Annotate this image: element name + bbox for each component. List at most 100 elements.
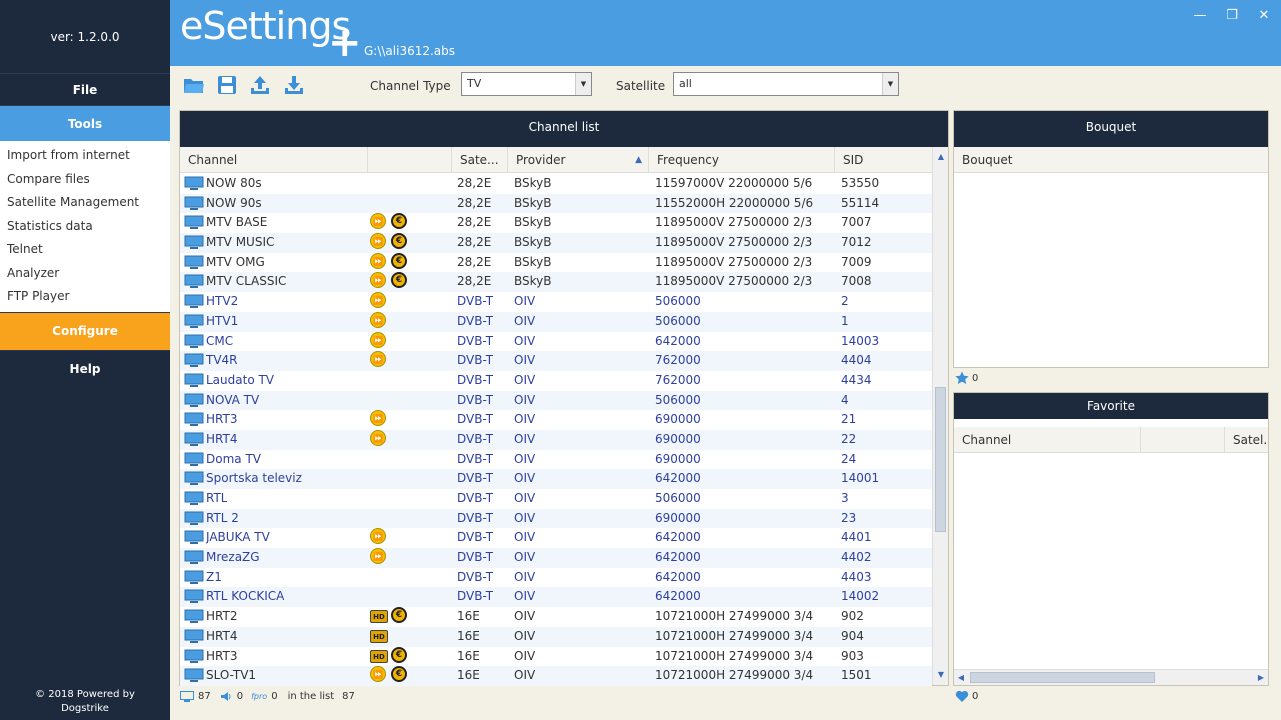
- chevron-down-icon[interactable]: ▼: [575, 73, 591, 95]
- channel-frequency: 10721000H 27499000 3/4: [655, 648, 814, 663]
- sidebar-help[interactable]: Help: [0, 349, 170, 388]
- tv-channel-icon: [184, 550, 204, 565]
- scroll-right-icon[interactable]: ▶: [1254, 670, 1268, 686]
- open-folder-icon[interactable]: [183, 74, 205, 96]
- tool-compare-files[interactable]: Compare files: [0, 168, 170, 192]
- tool-import-from-internet[interactable]: Import from internet: [0, 144, 170, 168]
- channel-row[interactable]: HRT3 16E OIV 10721000H 27499000 3/4 903 HD €: [180, 646, 932, 667]
- channel-frequency: 642000: [655, 333, 701, 348]
- window-controls: — ❐ ✕: [1191, 8, 1273, 23]
- channel-row[interactable]: SLO-TV1 16E OIV 10721000H 27499000 3/4 1501 ⏩…: [180, 666, 932, 686]
- channel-row[interactable]: Laudato TV DVB-T OIV 762000 4434: [180, 371, 932, 391]
- sidebar-configure[interactable]: Configure: [0, 311, 170, 350]
- channel-name: Sportska televiz: [206, 471, 302, 486]
- col-icons[interactable]: [368, 147, 452, 173]
- channel-name: HTV1: [206, 313, 239, 328]
- channel-row[interactable]: Doma TV DVB-T OIV 690000 24: [180, 450, 932, 470]
- horizontal-scrollbar[interactable]: ◀ ▶: [954, 669, 1268, 685]
- channel-name: MrezaZG: [206, 550, 260, 565]
- col-channel[interactable]: Channel: [180, 147, 368, 173]
- channel-row[interactable]: RTL DVB-T OIV 506000 3: [180, 489, 932, 509]
- channel-row[interactable]: JABUKA TV DVB-T OIV 642000 4401 ⏩: [180, 528, 932, 548]
- channel-row[interactable]: MTV BASE 28,2E BSkyB 11895000V 27500000 2/3…: [180, 213, 932, 233]
- channel-satellite: DVB-T: [457, 569, 494, 584]
- channel-row[interactable]: Sportska televiz DVB-T OIV 642000 14001: [180, 469, 932, 489]
- channel-row[interactable]: RTL KOCKICA DVB-T OIV 642000 14002: [180, 587, 932, 608]
- tool-analyzer[interactable]: Analyzer: [0, 262, 170, 286]
- satellite-select[interactable]: all ▼: [673, 72, 899, 96]
- channel-row[interactable]: Z1 DVB-T OIV 642000 4403: [180, 568, 932, 588]
- bouquet-column-header[interactable]: Bouquet: [954, 147, 1268, 173]
- fav-col-icons[interactable]: [1141, 427, 1225, 453]
- scroll-up-icon[interactable]: ▲: [933, 149, 949, 165]
- channel-satellite: DVB-T: [457, 372, 494, 387]
- tv-channel-icon: [184, 373, 204, 387]
- channel-satellite: DVB-T: [457, 431, 494, 446]
- scroll-thumb[interactable]: [935, 387, 946, 532]
- upload-icon[interactable]: [249, 74, 271, 96]
- download-icon[interactable]: [283, 74, 305, 96]
- channel-sid: 4: [841, 392, 849, 407]
- channel-row[interactable]: NOW 80s 28,2E BSkyB 11597000V 22000000 5/6 5…: [180, 174, 932, 194]
- tool-ftp-player[interactable]: FTP Player: [0, 285, 170, 309]
- col-satellite[interactable]: Sate...: [452, 147, 508, 173]
- tool-telnet[interactable]: Telnet: [0, 238, 170, 262]
- channel-row[interactable]: RTL 2 DVB-T OIV 690000 23: [180, 508, 932, 529]
- fav-col-channel[interactable]: Channel: [954, 427, 1141, 453]
- other-count: 0: [271, 690, 278, 702]
- tool-statistics-data[interactable]: Statistics data: [0, 215, 170, 239]
- channel-sid: 4402: [841, 550, 872, 565]
- tool-satellite-management[interactable]: Satellite Management: [0, 191, 170, 215]
- channel-row[interactable]: HTV2 DVB-T OIV 506000 2 ⏩: [180, 292, 932, 312]
- channel-row[interactable]: MrezaZG DVB-T OIV 642000 4402 ⏩: [180, 548, 932, 568]
- channel-satellite: 28,2E: [457, 195, 492, 210]
- version-label: ver: 1.2.0.0: [50, 29, 120, 44]
- channel-sid: 1501: [841, 668, 872, 683]
- channel-satellite: 16E: [457, 609, 480, 624]
- channel-row[interactable]: HRT4 DVB-T OIV 690000 22 ⏩: [180, 429, 932, 450]
- col-provider[interactable]: Provider ▲: [508, 147, 649, 173]
- channel-list-header: Channel Sate... Provider ▲ Frequency SID: [180, 147, 932, 173]
- fast-forward-badge-icon: ⏩: [370, 528, 386, 545]
- close-icon[interactable]: ✕: [1255, 8, 1273, 23]
- vertical-scrollbar[interactable]: ▲ ▼: [932, 147, 948, 685]
- channel-row[interactable]: CMC DVB-T OIV 642000 14003 ⏩: [180, 331, 932, 352]
- scroll-left-icon[interactable]: ◀: [954, 670, 968, 686]
- fast-forward-badge-icon: ⏩: [370, 331, 386, 348]
- channel-name: RTL KOCKICA: [206, 589, 285, 604]
- restore-icon[interactable]: ❐: [1223, 8, 1241, 23]
- hscroll-thumb[interactable]: [970, 672, 1155, 683]
- channel-row[interactable]: MTV MUSIC 28,2E BSkyB 11895000V 27500000 2/…: [180, 233, 932, 253]
- channel-row[interactable]: HRT3 DVB-T OIV 690000 21 ⏩: [180, 410, 932, 430]
- satellite-value: all: [679, 77, 692, 90]
- chevron-down-icon[interactable]: ▼: [882, 73, 898, 95]
- powered-line-2: Dogstrike: [61, 703, 109, 714]
- col-sid[interactable]: SID: [835, 147, 932, 173]
- sidebar-tools[interactable]: Tools: [0, 105, 170, 141]
- scroll-down-icon[interactable]: ▼: [933, 667, 949, 683]
- channel-type-label: Channel Type: [370, 79, 451, 93]
- channel-row[interactable]: NOVA TV DVB-T OIV 506000 4: [180, 390, 932, 411]
- channel-row[interactable]: HTV1 DVB-T OIV 506000 1 ⏩: [180, 311, 932, 332]
- channel-provider: OIV: [514, 392, 536, 407]
- channel-frequency: 690000: [655, 510, 701, 525]
- channel-satellite: 28,2E: [457, 274, 492, 289]
- channel-row[interactable]: NOW 90s 28,2E BSkyB 11552000H 22000000 5/6 5…: [180, 193, 932, 214]
- channel-row[interactable]: TV4R DVB-T OIV 762000 4404 ⏩: [180, 351, 932, 371]
- channel-row[interactable]: MTV CLASSIC 28,2E BSkyB 11895000V 27500000 …: [180, 272, 932, 293]
- fav-col-satellite[interactable]: Satel.: [1225, 427, 1268, 453]
- minimize-icon[interactable]: —: [1191, 8, 1209, 23]
- channel-type-select[interactable]: TV ▼: [461, 72, 592, 96]
- channel-name: RTL: [206, 491, 228, 505]
- save-icon[interactable]: [216, 74, 238, 96]
- channel-provider: OIV: [514, 313, 536, 328]
- channel-row[interactable]: HRT2 16E OIV 10721000H 27499000 3/4 902 HD €: [180, 607, 932, 627]
- channel-row[interactable]: MTV OMG 28,2E BSkyB 11895000V 27500000 2/3 7…: [180, 252, 932, 273]
- channel-row[interactable]: HRT4 16E OIV 10721000H 27499000 3/4 904 HD: [180, 626, 932, 647]
- channel-sid: 24: [841, 451, 857, 466]
- channel-provider: OIV: [514, 451, 536, 466]
- channel-list-panel: Channel list Channel Sate... Provider ▲ …: [179, 110, 949, 686]
- channel-sid: 53550: [841, 176, 880, 190]
- sidebar-file[interactable]: File: [0, 73, 170, 105]
- col-frequency[interactable]: Frequency: [649, 147, 835, 173]
